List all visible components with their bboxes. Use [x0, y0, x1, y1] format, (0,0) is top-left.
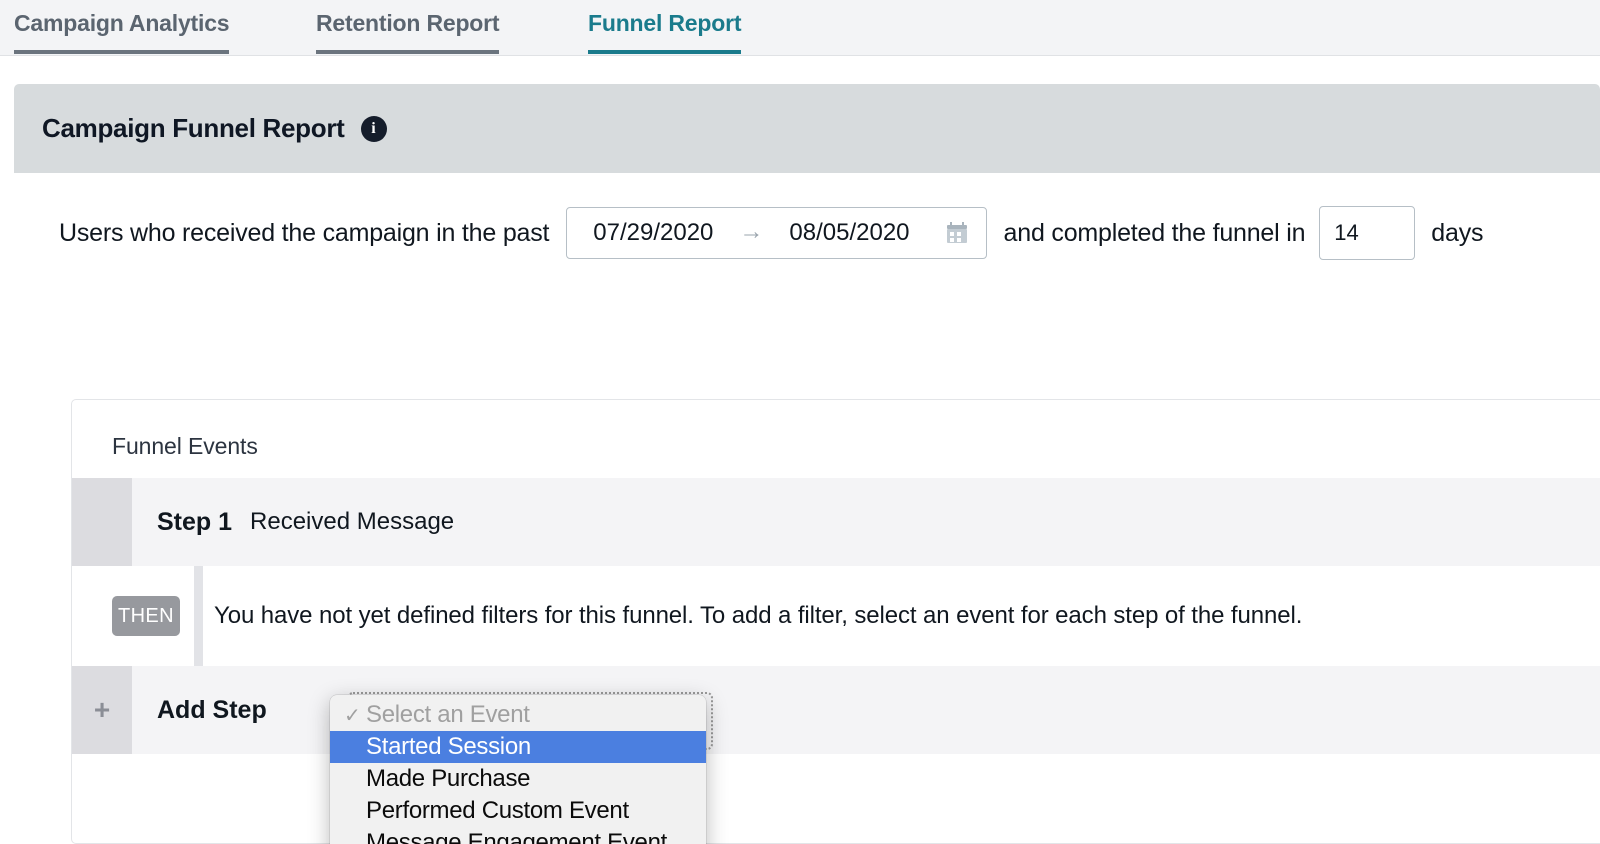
funnel-add-step-row[interactable]: + Add Step	[72, 666, 1600, 754]
step-drag-handle[interactable]	[72, 478, 132, 566]
days-unit-label: days	[1431, 218, 1484, 247]
dropdown-option-label: Select an Event	[366, 701, 530, 728]
add-step-label[interactable]: Add Step	[157, 696, 267, 725]
start-date-value[interactable]: 07/29/2020	[567, 219, 739, 247]
dropdown-option-started-session[interactable]: Started Session	[330, 731, 706, 763]
plus-icon: +	[93, 694, 111, 725]
report-header: Campaign Funnel Report i	[14, 84, 1600, 173]
step-number-label: Step 1	[157, 507, 233, 536]
campaign-funnel-report-card: Campaign Funnel Report i Users who recei…	[14, 84, 1600, 844]
info-icon[interactable]: i	[360, 115, 387, 142]
funnel-filter-message: You have not yet defined filters for thi…	[214, 602, 1303, 629]
event-select-dropdown[interactable]: ✓ Select an Event Started Session Made P…	[330, 695, 706, 844]
funnel-events-label: Funnel Events	[112, 433, 258, 459]
step-event-name[interactable]: Received Message	[250, 508, 454, 536]
dropdown-option-select-an-event[interactable]: ✓ Select an Event	[330, 699, 706, 731]
date-range-picker[interactable]: 07/29/2020 → 08/05/2020	[566, 207, 987, 259]
add-step-handle[interactable]: +	[72, 666, 132, 754]
report-tab-bar: Campaign Analytics Retention Report Funn…	[0, 0, 1600, 56]
dropdown-option-made-purchase[interactable]: Made Purchase	[330, 763, 706, 795]
tab-campaign-analytics[interactable]: Campaign Analytics	[14, 10, 230, 54]
funnel-step-row-1[interactable]: Step 1 Received Message	[72, 478, 1600, 566]
dropdown-option-performed-custom-event[interactable]: Performed Custom Event	[330, 795, 706, 827]
dropdown-option-message-engagement-event[interactable]: Message Engagement Event	[330, 827, 706, 844]
funnel-then-row: THEN You have not yet defined filters fo…	[72, 566, 1600, 666]
funnel-events-panel: Funnel Events Step 1 Received Message TH…	[71, 399, 1600, 844]
dropdown-option-label: Started Session	[366, 733, 531, 760]
query-mid-text: and completed the funnel in	[1003, 218, 1306, 247]
tab-funnel-report[interactable]: Funnel Report	[588, 10, 741, 54]
checkmark-icon: ✓	[344, 704, 361, 727]
step-body: Step 1 Received Message	[132, 478, 1600, 566]
tab-retention-report[interactable]: Retention Report	[316, 10, 500, 54]
dropdown-option-label: Performed Custom Event	[366, 797, 629, 824]
then-badge: THEN	[112, 596, 180, 636]
page-title: Campaign Funnel Report	[42, 113, 345, 143]
end-date-value[interactable]: 08/05/2020	[763, 219, 935, 247]
funnel-steps-list: Step 1 Received Message THEN You have no…	[72, 478, 1600, 754]
calendar-icon[interactable]	[946, 222, 968, 244]
query-lead-text: Users who received the campaign in the p…	[59, 218, 550, 247]
funnel-query-row: Users who received the campaign in the p…	[14, 173, 1600, 293]
dropdown-option-label: Made Purchase	[366, 765, 531, 792]
arrow-right-icon: →	[739, 218, 764, 245]
funnel-days-input[interactable]	[1319, 206, 1416, 260]
